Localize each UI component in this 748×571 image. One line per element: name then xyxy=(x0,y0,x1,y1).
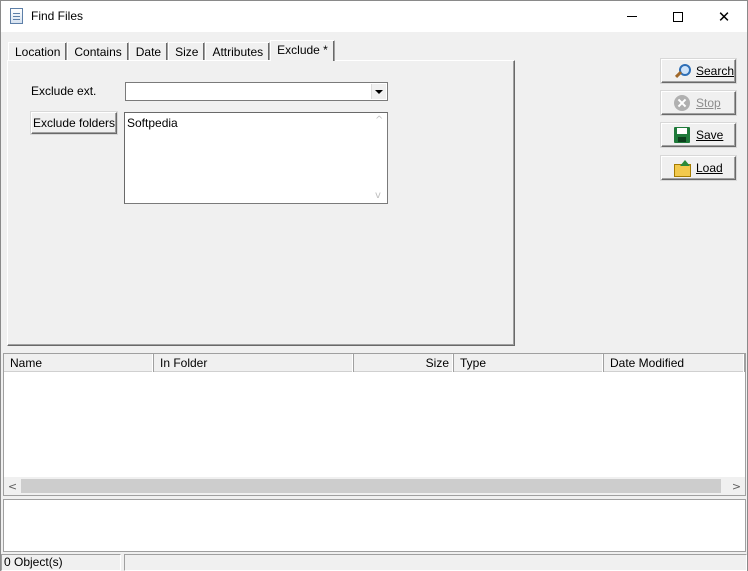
window-title: Find Files xyxy=(31,9,84,23)
document-icon xyxy=(10,8,23,24)
tab-strip: Location Contains Date Size Attributes E… xyxy=(8,40,335,61)
exclude-ext-label: Exclude ext. xyxy=(31,84,97,98)
load-icon xyxy=(674,160,691,177)
search-icon xyxy=(674,63,691,79)
tab-date[interactable]: Date xyxy=(128,42,169,61)
stop-button[interactable]: Stop xyxy=(661,91,736,115)
scroll-left-icon[interactable]: < xyxy=(4,477,21,495)
minimize-icon xyxy=(627,16,637,17)
save-icon xyxy=(674,127,690,143)
maximize-button[interactable] xyxy=(655,1,701,32)
column-name[interactable]: Name xyxy=(4,354,154,372)
save-button-label: Save xyxy=(696,128,724,142)
exclude-ext-combobox[interactable] xyxy=(125,82,388,101)
scroll-up-icon[interactable]: ^ xyxy=(375,115,383,126)
column-type[interactable]: Type xyxy=(454,354,604,372)
exclude-folders-scrollbar[interactable]: ^ v xyxy=(372,113,387,203)
exclude-folders-textarea[interactable]: Softpedia ^ v xyxy=(124,112,388,204)
results-list[interactable]: Name In Folder Size Type Date Modified <… xyxy=(3,353,746,496)
status-object-count: 0 Object(s) xyxy=(1,554,121,571)
search-button-label: Search xyxy=(696,64,735,78)
scroll-down-icon[interactable]: v xyxy=(375,190,381,201)
column-size[interactable]: Size xyxy=(354,354,454,372)
close-icon: ✕ xyxy=(717,7,731,26)
results-header: Name In Folder Size Type Date Modified xyxy=(4,354,745,372)
exclude-folders-button-label: Exclude folders xyxy=(32,116,116,130)
scrollbar-thumb[interactable] xyxy=(21,479,721,493)
exclude-folders-text: Softpedia xyxy=(127,116,178,130)
column-date-modified[interactable]: Date Modified xyxy=(604,354,745,372)
find-files-window: Find Files ✕ Location Contains Date Size… xyxy=(0,0,748,571)
chevron-down-icon[interactable] xyxy=(371,84,386,99)
stop-icon xyxy=(674,95,690,111)
load-button[interactable]: Load xyxy=(661,156,736,180)
exclude-tab-panel: Exclude ext. Exclude folders Softpedia ^… xyxy=(7,60,515,346)
load-button-label: Load xyxy=(696,161,723,175)
stop-button-label: Stop xyxy=(696,96,721,110)
exclude-folders-button[interactable]: Exclude folders xyxy=(31,112,117,134)
title-bar: Find Files ✕ xyxy=(1,1,747,32)
details-panel[interactable] xyxy=(3,499,746,552)
tab-attributes[interactable]: Attributes xyxy=(205,42,271,61)
status-bar: 0 Object(s) xyxy=(1,553,747,571)
column-in-folder[interactable]: In Folder xyxy=(154,354,354,372)
maximize-icon xyxy=(673,11,683,22)
status-secondary xyxy=(124,554,747,571)
tab-exclude[interactable]: Exclude * xyxy=(270,40,335,61)
search-button[interactable]: Search xyxy=(661,59,736,83)
tab-size[interactable]: Size xyxy=(168,42,206,61)
tab-location[interactable]: Location xyxy=(8,42,68,61)
close-button[interactable]: ✕ xyxy=(701,1,747,32)
tab-contains[interactable]: Contains xyxy=(67,42,129,61)
minimize-button[interactable] xyxy=(609,1,655,32)
save-button[interactable]: Save xyxy=(661,123,736,147)
scroll-right-icon[interactable]: > xyxy=(728,477,745,495)
results-horizontal-scrollbar[interactable]: < > xyxy=(4,477,745,495)
